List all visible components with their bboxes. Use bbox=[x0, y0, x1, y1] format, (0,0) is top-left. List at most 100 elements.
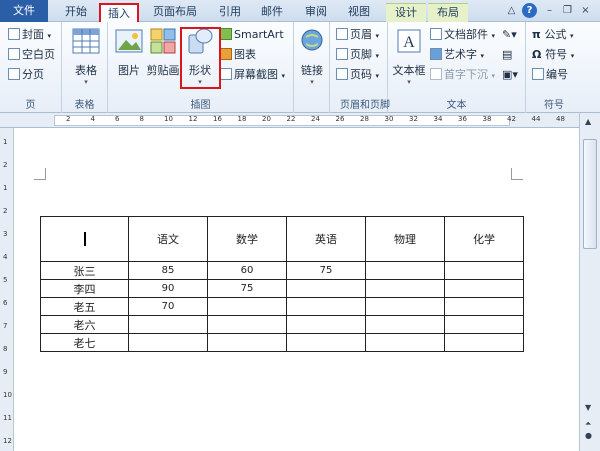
prev-page-icon[interactable]: ⏶ bbox=[585, 419, 591, 429]
table-cell[interactable] bbox=[207, 333, 287, 352]
ribbon-collapse-icon[interactable]: △ bbox=[504, 3, 519, 18]
table-cell[interactable] bbox=[128, 315, 208, 334]
table-cell[interactable]: 老五 bbox=[40, 297, 129, 316]
table-cell[interactable]: 张三 bbox=[40, 261, 129, 280]
table-row: 老六 bbox=[40, 315, 524, 334]
header-cell[interactable]: 语文 bbox=[128, 216, 208, 262]
scroll-up-icon[interactable]: ▲ bbox=[585, 117, 591, 126]
table-cell[interactable] bbox=[286, 297, 366, 316]
table-cell[interactable]: 75 bbox=[286, 261, 366, 280]
dropcap-button[interactable]: 首字下沉 ▾ bbox=[430, 66, 495, 84]
table-button[interactable]: 表格 ▾ bbox=[70, 26, 102, 86]
scroll-down-icon[interactable]: ▼ bbox=[585, 403, 591, 412]
table-cell[interactable] bbox=[444, 333, 524, 352]
ruler-tick-label: 28 bbox=[360, 115, 369, 123]
table-cell[interactable] bbox=[365, 261, 445, 280]
picture-label: 图片 bbox=[118, 64, 140, 77]
table-cell[interactable] bbox=[207, 315, 287, 334]
table-cell[interactable] bbox=[286, 279, 366, 298]
table-cell[interactable]: 85 bbox=[128, 261, 208, 280]
table-cell[interactable]: 90 bbox=[128, 279, 208, 298]
chart-button[interactable]: 图表 bbox=[220, 46, 256, 64]
tab-file[interactable]: 文件 bbox=[0, 0, 48, 22]
number-button[interactable]: 编号 bbox=[532, 66, 568, 84]
header-cell[interactable]: 数学 bbox=[207, 216, 287, 262]
quickparts-button[interactable]: 文档部件 ▾ bbox=[430, 26, 495, 44]
page-break-button[interactable]: 分页 bbox=[8, 66, 44, 84]
date-time-icon[interactable]: ▤ bbox=[502, 46, 512, 64]
group-links: 链接 ▾ bbox=[294, 22, 330, 113]
table-cell[interactable]: 老七 bbox=[40, 333, 129, 352]
table-cell[interactable] bbox=[444, 261, 524, 280]
textbox-button[interactable]: A 文本框 ▾ bbox=[392, 26, 426, 86]
table-cell[interactable] bbox=[365, 315, 445, 334]
picture-button[interactable]: 图片 bbox=[114, 26, 144, 78]
clipart-button[interactable]: 剪贴画 bbox=[146, 26, 180, 78]
header-cell-corner[interactable] bbox=[40, 216, 129, 262]
help-icon[interactable]: ? bbox=[522, 3, 537, 18]
wordart-button[interactable]: 艺术字 ▾ bbox=[430, 46, 484, 64]
ruler-tick-label: 16 bbox=[213, 115, 222, 123]
footer-button[interactable]: 页脚 ▾ bbox=[336, 46, 379, 64]
close-icon[interactable]: × bbox=[578, 3, 593, 18]
browse-object-icon[interactable]: ● bbox=[585, 431, 592, 440]
minimize-icon[interactable]: – bbox=[542, 3, 557, 18]
group-label-tables: 表格 bbox=[74, 100, 95, 111]
cover-button[interactable]: 封面 ▾ bbox=[8, 26, 51, 44]
header-icon bbox=[336, 28, 348, 40]
header-button[interactable]: 页眉 ▾ bbox=[336, 26, 379, 44]
header-cell[interactable]: 英语 bbox=[286, 216, 366, 262]
symbol-button[interactable]: Ω 符号 ▾ bbox=[532, 46, 574, 64]
link-button[interactable]: 链接 ▾ bbox=[296, 26, 328, 86]
equation-button[interactable]: π 公式 ▾ bbox=[532, 26, 574, 44]
tab-design[interactable]: 设计 bbox=[386, 3, 426, 22]
table-cell[interactable] bbox=[444, 297, 524, 316]
screenshot-label: 屏幕截图 bbox=[234, 68, 278, 81]
tab-layout[interactable]: 布局 bbox=[428, 3, 468, 22]
table-cell[interactable] bbox=[286, 333, 366, 352]
table-cell[interactable] bbox=[444, 315, 524, 334]
screenshot-button[interactable]: 屏幕截图 ▾ bbox=[220, 66, 285, 84]
blank-page-button[interactable]: 空白页 bbox=[8, 46, 55, 64]
tab-review[interactable]: 审阅 bbox=[299, 3, 333, 22]
tab-page-layout[interactable]: 页面布局 bbox=[147, 3, 203, 22]
table-cell[interactable]: 70 bbox=[128, 297, 208, 316]
page-number-button[interactable]: 页码 ▾ bbox=[336, 66, 379, 84]
header-cell[interactable]: 物理 bbox=[365, 216, 445, 262]
table-label: 表格 bbox=[75, 64, 97, 77]
tab-insert[interactable]: 插入 bbox=[99, 3, 139, 22]
table-cell[interactable]: 75 bbox=[207, 279, 287, 298]
table-cell[interactable]: 李四 bbox=[40, 279, 129, 298]
table-cell[interactable]: 老六 bbox=[40, 315, 129, 334]
table-cell[interactable] bbox=[365, 279, 445, 298]
tab-mailings[interactable]: 邮件 bbox=[255, 3, 289, 22]
clipart-icon bbox=[150, 28, 176, 54]
ruler-tick-label: 8 bbox=[139, 115, 144, 123]
restore-icon[interactable]: ❐ bbox=[560, 3, 575, 18]
table-cell[interactable] bbox=[286, 315, 366, 334]
table-row: 老七 bbox=[40, 333, 524, 352]
table-cell[interactable] bbox=[444, 279, 524, 298]
smartart-button[interactable]: SmartArt bbox=[220, 26, 284, 44]
vruler-tick-label: 1 bbox=[3, 138, 8, 146]
tab-view[interactable]: 视图 bbox=[342, 3, 376, 22]
scroll-thumb[interactable] bbox=[583, 139, 597, 249]
vruler-tick-label: 7 bbox=[3, 322, 8, 330]
vruler-tick-label: 4 bbox=[3, 253, 8, 261]
table-cell[interactable] bbox=[365, 297, 445, 316]
tab-references[interactable]: 引用 bbox=[213, 3, 247, 22]
table-cell[interactable] bbox=[365, 333, 445, 352]
table-cell[interactable] bbox=[207, 297, 287, 316]
score-table[interactable]: 语文 数学 英语 物理 化学 张三 85 60 75 李四 90 75 老五 7… bbox=[40, 216, 524, 352]
footer-label: 页脚 bbox=[350, 48, 372, 61]
signature-line-icon[interactable]: ✎▾ bbox=[502, 26, 517, 44]
vertical-ruler: 1 2 1 2 3 4 5 6 7 8 9 10 11 12 bbox=[0, 128, 14, 451]
table-cell[interactable] bbox=[128, 333, 208, 352]
vertical-scrollbar[interactable]: ▲ ▼ ⏶ ● bbox=[579, 113, 600, 451]
ruler-tick-label: 32 bbox=[409, 115, 418, 123]
object-icon[interactable]: ▣▾ bbox=[502, 66, 518, 84]
header-cell[interactable]: 化学 bbox=[444, 216, 524, 262]
table-cell[interactable]: 60 bbox=[207, 261, 287, 280]
table-row: 张三 85 60 75 bbox=[40, 261, 524, 280]
tab-home[interactable]: 开始 bbox=[58, 3, 94, 22]
